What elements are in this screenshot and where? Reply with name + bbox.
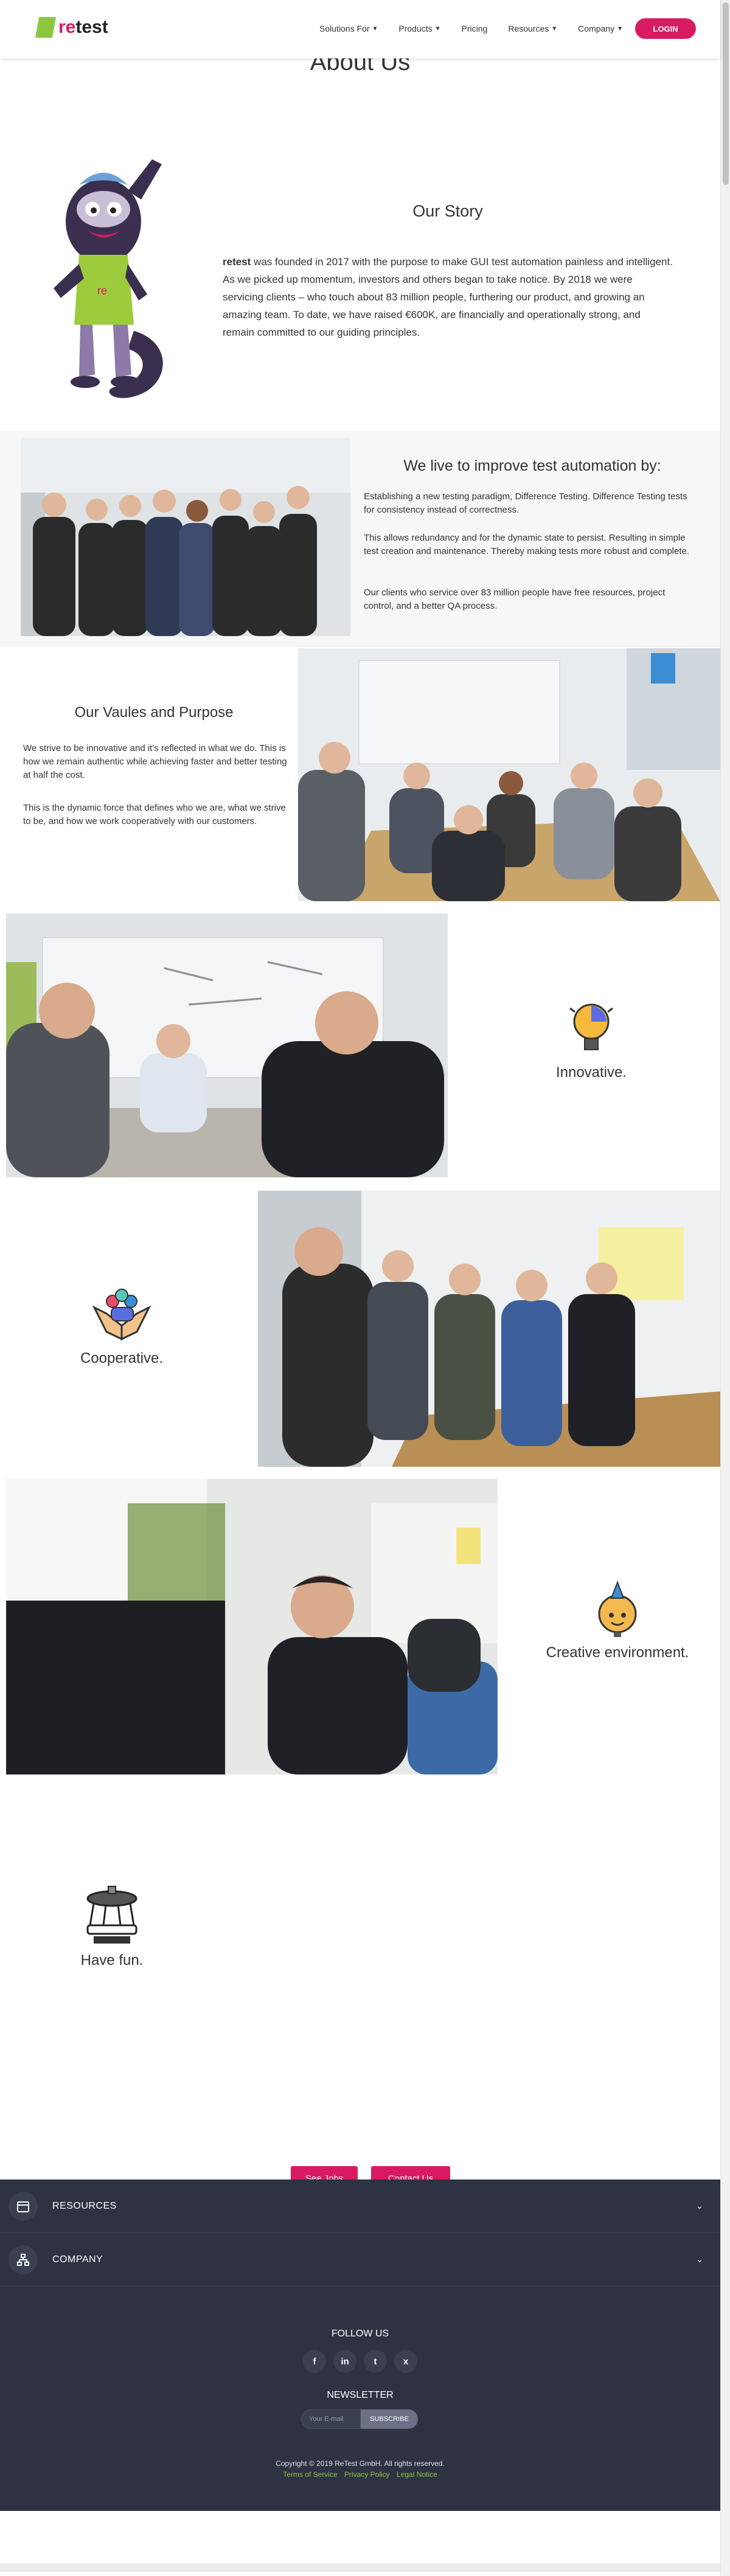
linkedin-icon[interactable]: in <box>333 2350 356 2373</box>
newsletter-form: Your E-mail SUBSCRIBE <box>301 2409 418 2429</box>
story-title: Our Story <box>412 202 483 220</box>
chevron-down-icon: ⌄ <box>696 2254 703 2264</box>
story-text: retest was founded in 2017 with the purp… <box>223 256 673 338</box>
legal-links: Terms of Service Privacy Policy Legal No… <box>0 2470 720 2479</box>
nav-pricing[interactable]: Pricing <box>462 24 488 33</box>
copyright-text: Copyright © 2019 ReTest GmbH. All rights… <box>276 2459 445 2468</box>
chevron-down-icon: ▼ <box>617 25 623 32</box>
chevron-down-icon: ▼ <box>434 25 441 32</box>
logo-text: retest <box>58 17 108 37</box>
page: retest Solutions For ▼ Products ▼ Pricing … <box>0 0 720 2576</box>
privacy-link[interactable]: Privacy Policy <box>344 2470 390 2479</box>
whiteboard-discussion-photo <box>6 913 448 1177</box>
improve-title: We live to improve test automation by: <box>403 457 661 474</box>
team-group-photo <box>21 438 350 636</box>
follow-us-heading: FOLLOW US <box>331 2328 389 2339</box>
terms-link[interactable]: Terms of Service <box>283 2470 337 2479</box>
facebook-icon[interactable]: f <box>303 2350 326 2373</box>
login-button[interactable]: LOGIN <box>635 18 696 39</box>
innovative-feature: Innovative. <box>524 997 658 1081</box>
rocket-head-icon <box>598 1581 637 1637</box>
improve-paragraph-2: This allows redundancy and for the dynam… <box>364 533 690 556</box>
svg-text:re: re <box>97 285 107 297</box>
newsletter-heading: NEWSLETTER <box>327 2390 394 2400</box>
chevron-down-icon: ▼ <box>372 25 378 32</box>
hands-people-icon <box>92 1289 151 1341</box>
email-field[interactable]: Your E-mail <box>301 2409 361 2429</box>
logo-mark-icon <box>35 17 56 38</box>
chevron-down-icon: ⌄ <box>696 2201 703 2211</box>
footer-company-row[interactable]: COMPANY ⌄ <box>0 2233 720 2287</box>
social-links: f in t x <box>0 2350 720 2373</box>
subscribe-button[interactable]: SUBSCRIBE <box>361 2409 418 2429</box>
values-title: Our Vaules and Purpose <box>74 704 234 721</box>
cooperative-label: Cooperative. <box>80 1350 164 1366</box>
chevron-down-icon: ▼ <box>551 25 558 32</box>
bottom-strip <box>0 2563 720 2572</box>
site-footer: RESOURCES ⌄ COMPANY ⌄ FOLLOW US f in t x… <box>0 2180 720 2511</box>
nav-company[interactable]: Company ▼ <box>578 24 623 33</box>
legal-notice-link[interactable]: Legal Notice <box>397 2470 437 2479</box>
calendar-icon <box>9 2191 38 2221</box>
creative-label: Creative environment. <box>546 1644 689 1661</box>
footer-resources-label: RESOURCES <box>52 2200 117 2211</box>
footer-resources-row[interactable]: RESOURCES ⌄ <box>0 2180 720 2233</box>
xing-icon[interactable]: x <box>394 2350 417 2373</box>
cooperative-feature: Cooperative. <box>55 1283 189 1367</box>
scrollbar-thumb[interactable] <box>723 2 729 185</box>
developer-at-desk-photo <box>6 1479 498 1774</box>
values-paragraph-1: We strive to be innovative and it's refl… <box>23 743 287 780</box>
fun-feature: Have fun. <box>51 1883 173 1969</box>
footer-company-label: COMPANY <box>52 2254 103 2265</box>
innovative-label: Innovative. <box>555 1064 627 1081</box>
creative-feature: Creative environment. <box>535 1577 700 1661</box>
story-brand: retest <box>223 256 251 268</box>
ufo-ride-icon <box>86 1886 137 1944</box>
twitter-icon[interactable]: t <box>364 2350 387 2373</box>
team-standing-photo <box>258 1191 720 1467</box>
values-paragraph-2: This is the dynamic force that defines w… <box>23 803 286 826</box>
nav-solutions-for[interactable]: Solutions For ▼ <box>319 24 378 33</box>
fun-label: Have fun. <box>80 1952 144 1968</box>
lightbulb-brain-icon <box>569 1003 613 1050</box>
nav-products[interactable]: Products ▼ <box>398 24 440 33</box>
team-meeting-photo <box>298 648 720 901</box>
mascot-illustration: re <box>36 148 182 410</box>
improve-paragraph-1: Establishing a new testing paradigm, Dif… <box>364 491 687 515</box>
org-chart-icon <box>9 2245 38 2274</box>
site-header: retest Solutions For ▼ Products ▼ Pricing … <box>0 0 720 58</box>
nav-resources[interactable]: Resources ▼ <box>508 24 557 33</box>
retest-logo[interactable]: retest <box>35 17 108 38</box>
improve-paragraph-3: Our clients who service over 83 million … <box>364 587 666 611</box>
main-nav: Solutions For ▼ Products ▼ Pricing Resourc… <box>299 18 696 39</box>
page-scrollbar[interactable] <box>720 0 730 2576</box>
